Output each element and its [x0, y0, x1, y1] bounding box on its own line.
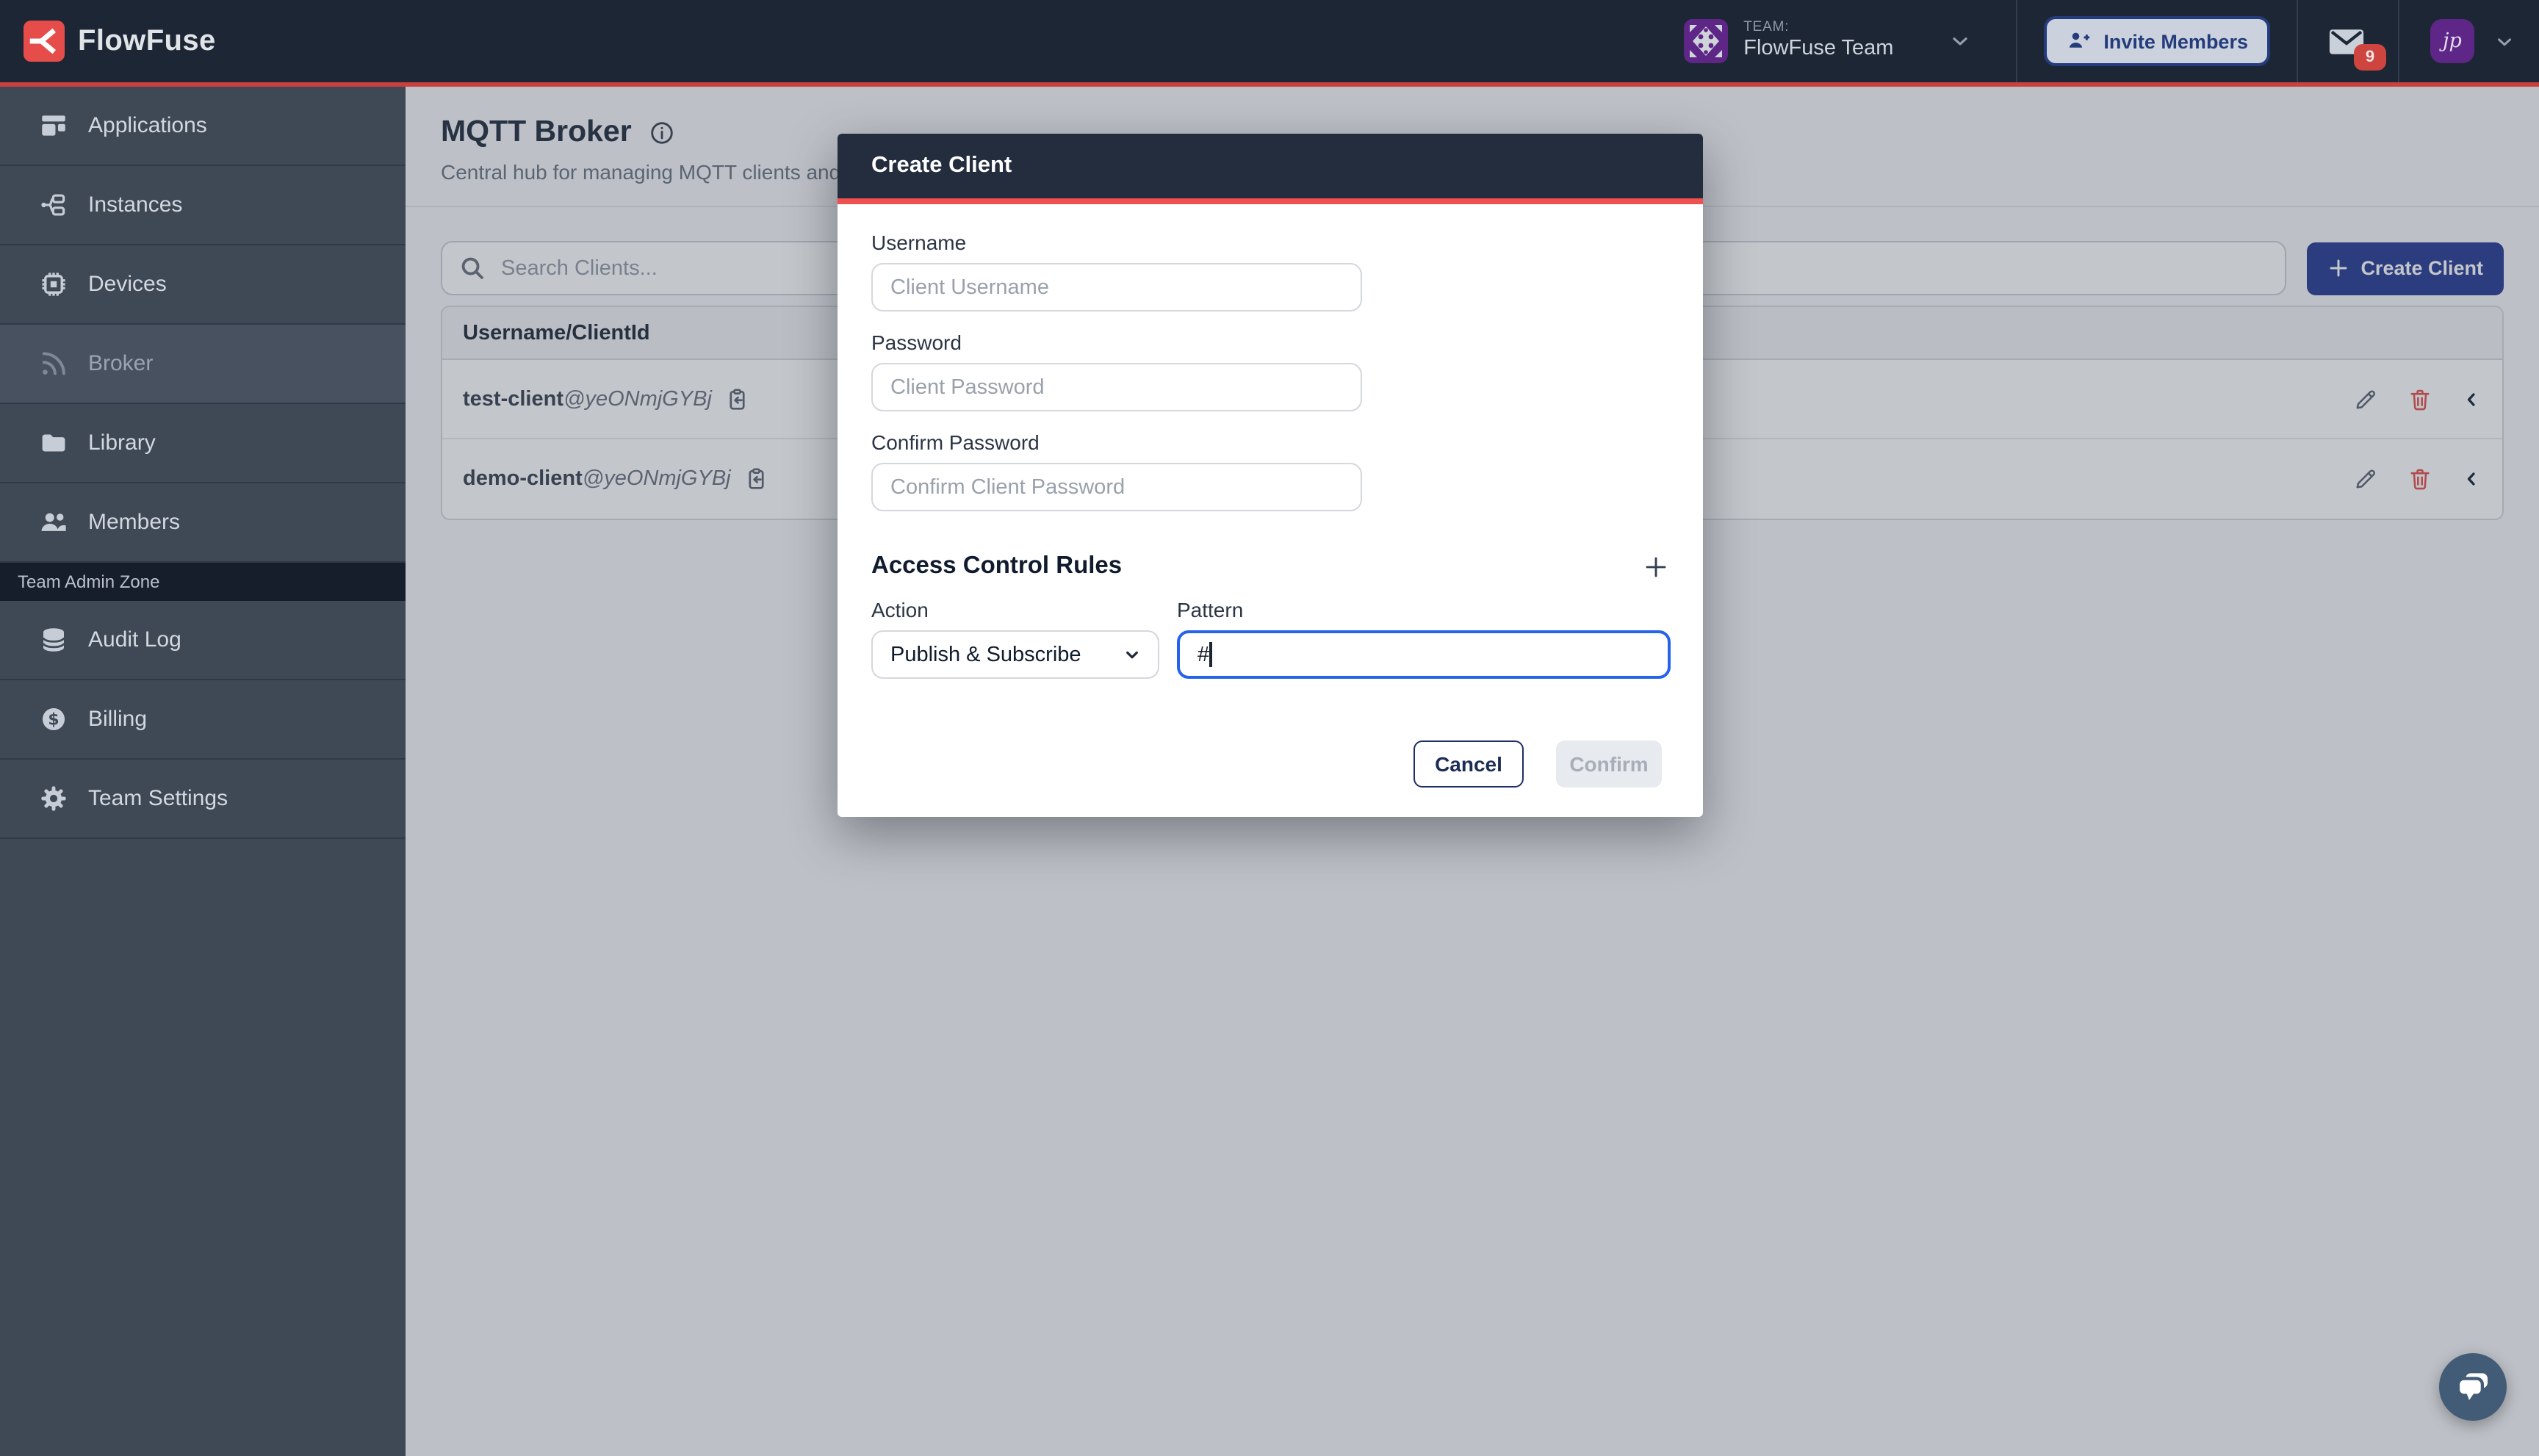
app-window: FlowFuse TEAM: FlowFuse: [0, 0, 2539, 1456]
sidebar-item-label: Billing: [88, 707, 147, 732]
brand-name: FlowFuse: [78, 24, 216, 58]
avatar: jp: [2430, 19, 2474, 63]
text-cursor: [1209, 642, 1211, 667]
gear-icon: [38, 783, 69, 814]
confirm-password-field[interactable]: [871, 463, 1362, 511]
sidebar-item-label: Members: [88, 510, 180, 535]
action-label: Action: [871, 598, 1159, 621]
sidebar-item-broker[interactable]: Broker: [0, 325, 406, 404]
navbar: FlowFuse TEAM: FlowFuse: [0, 0, 2539, 87]
flowfuse-logo-icon: [24, 21, 65, 62]
chevron-down-icon: [1948, 29, 1971, 53]
notification-badge: 9: [2354, 44, 2386, 71]
sidebar-item-audit-log[interactable]: Audit Log: [0, 601, 406, 680]
sidebar-item-label: Applications: [88, 113, 207, 138]
sidebar-item-label: Audit Log: [88, 627, 181, 652]
action-column: Action Publish & Subscribe: [871, 598, 1159, 679]
team-text: TEAM: FlowFuse Team: [1743, 21, 1893, 61]
sidebar: Applications Instances: [0, 87, 406, 1456]
username-label: Username: [871, 231, 1669, 254]
sidebar-item-members[interactable]: Members: [0, 483, 406, 563]
pattern-column: Pattern: [1177, 598, 1671, 679]
create-client-modal: Create Client Username Password Confirm …: [838, 134, 1703, 817]
svg-text:$: $: [48, 710, 59, 729]
username-field[interactable]: [871, 263, 1362, 311]
navbar-right: TEAM: FlowFuse Team: [1683, 0, 2539, 82]
password-field[interactable]: [871, 363, 1362, 411]
chevron-down-icon: [1121, 644, 1143, 666]
rss-icon: [38, 348, 69, 379]
navbar-divider: [2015, 0, 2017, 82]
team-admin-zone-header: Team Admin Zone: [0, 563, 406, 601]
team-name: FlowFuse Team: [1743, 37, 1893, 61]
password-label: Password: [871, 331, 1669, 354]
chevron-down-icon: [2493, 30, 2515, 52]
sidebar-item-devices[interactable]: Devices: [0, 245, 406, 325]
modal-accent-bar: [838, 198, 1703, 204]
user-plus-icon: [2065, 28, 2092, 54]
chat-icon: [2451, 1365, 2495, 1409]
modal-title: Create Client: [871, 153, 1012, 179]
grid-icon: [38, 110, 69, 141]
add-rule-plus-icon[interactable]: [1643, 553, 1669, 580]
action-select[interactable]: Publish & Subscribe: [871, 630, 1159, 679]
sidebar-item-applications[interactable]: Applications: [0, 87, 406, 166]
sidebar-item-label: Library: [88, 430, 156, 455]
brand[interactable]: FlowFuse: [24, 21, 216, 62]
team-selector[interactable]: TEAM: FlowFuse Team: [1683, 0, 2015, 82]
action-select-value: Publish & Subscribe: [890, 643, 1121, 666]
invite-members-label: Invite Members: [2103, 30, 2248, 52]
acl-heading: Access Control Rules: [871, 552, 1122, 580]
sidebar-item-label: Broker: [88, 351, 153, 376]
pipeline-icon: [38, 190, 69, 220]
sidebar-item-label: Team Settings: [88, 786, 228, 811]
sidebar-item-instances[interactable]: Instances: [0, 166, 406, 245]
sidebar-item-library[interactable]: Library: [0, 404, 406, 483]
cancel-button[interactable]: Cancel: [1413, 740, 1524, 788]
chip-icon: [38, 269, 69, 300]
users-icon: [38, 507, 69, 538]
confirm-button[interactable]: Confirm: [1556, 740, 1662, 788]
sidebar-item-label: Instances: [88, 192, 182, 217]
modal-header: Create Client: [838, 134, 1703, 198]
database-icon: [38, 624, 69, 655]
notifications-button[interactable]: 9: [2298, 0, 2398, 82]
folder-icon: [38, 428, 69, 458]
team-label: TEAM:: [1743, 21, 1893, 37]
user-menu[interactable]: jp: [2399, 0, 2539, 82]
team-avatar-icon: [1683, 19, 1727, 63]
modal-body: Username Password Confirm Password Acces…: [838, 204, 1703, 817]
chat-widget-button[interactable]: [2439, 1353, 2507, 1421]
sidebar-item-team-settings[interactable]: Team Settings: [0, 760, 406, 839]
pattern-field[interactable]: [1177, 630, 1671, 679]
pattern-label: Pattern: [1177, 598, 1671, 621]
dollar-icon: $: [38, 704, 69, 735]
confirm-password-label: Confirm Password: [871, 430, 1669, 454]
sidebar-item-label: Devices: [88, 272, 167, 297]
invite-members-button[interactable]: Invite Members: [2043, 16, 2270, 66]
sidebar-item-billing[interactable]: $ Billing: [0, 680, 406, 760]
